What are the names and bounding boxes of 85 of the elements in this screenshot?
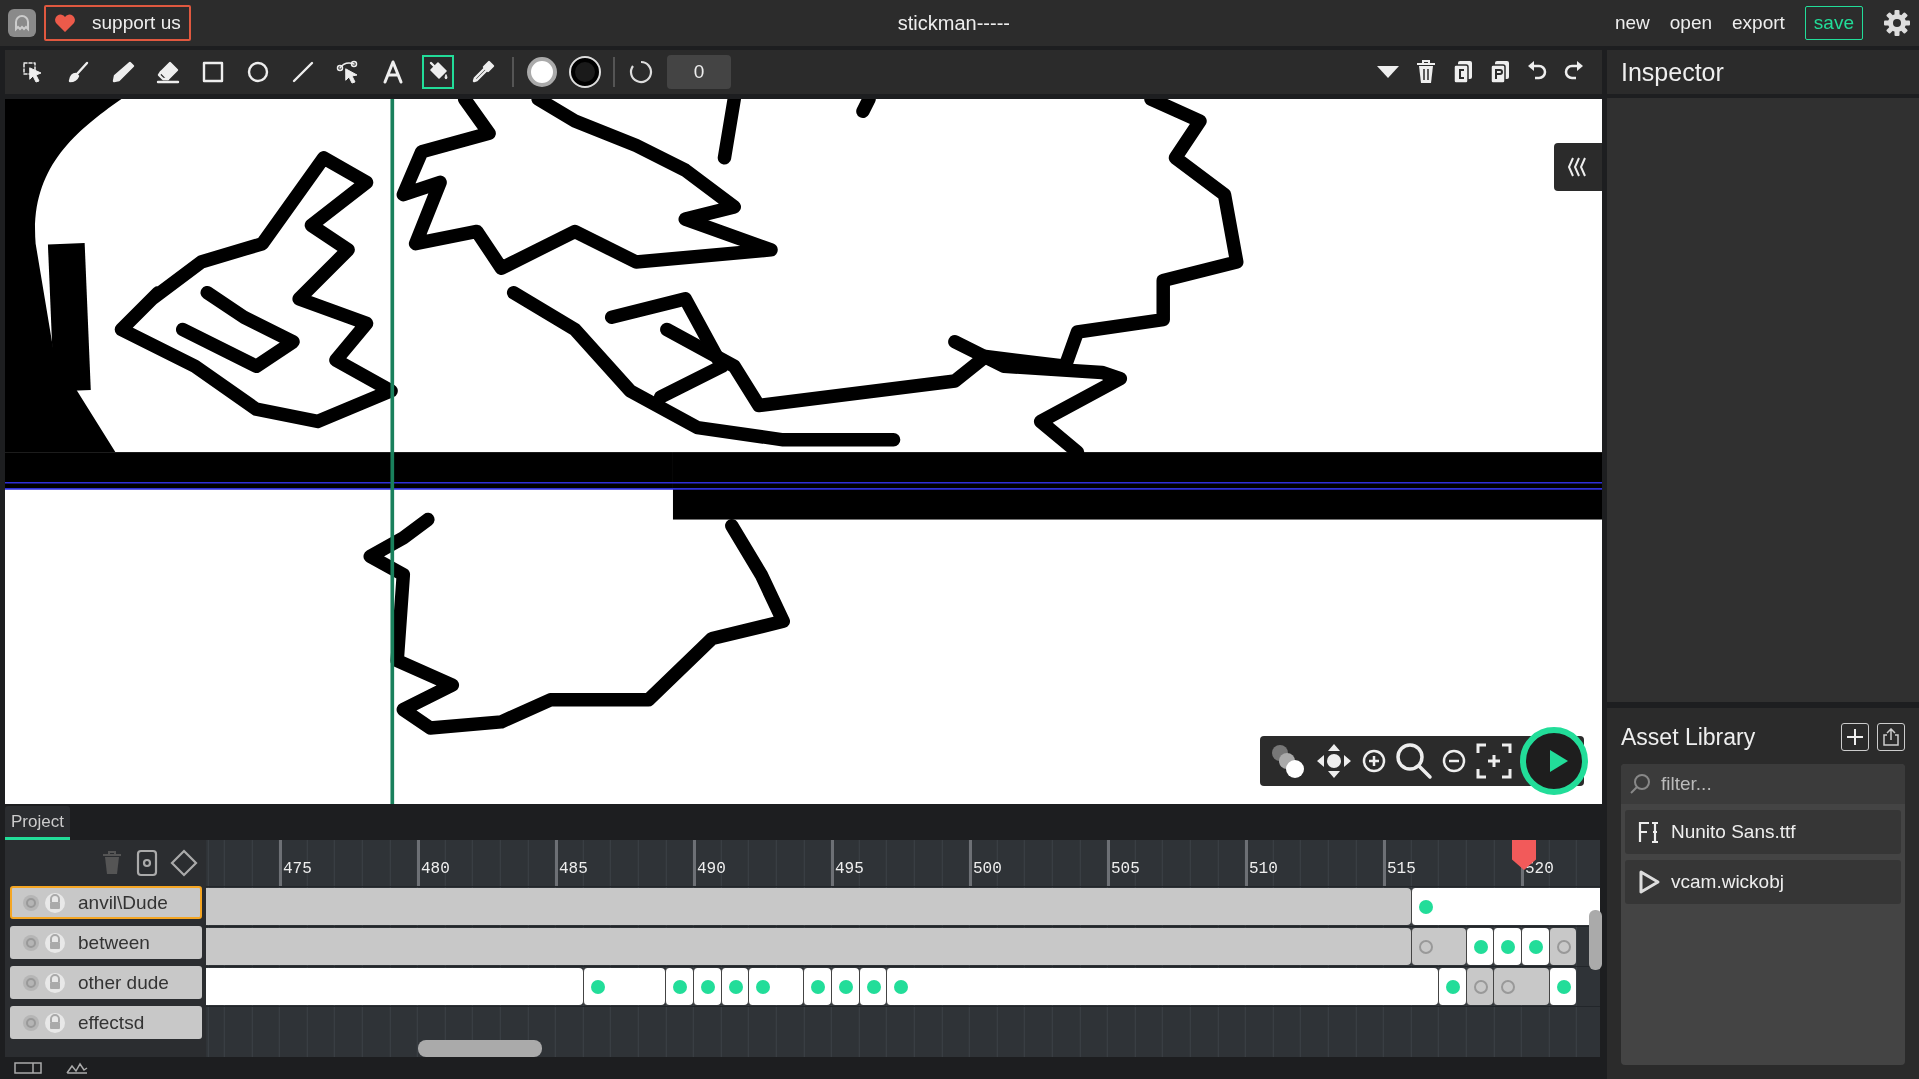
frame-number: 490 (697, 860, 726, 878)
dropdown-caret-icon[interactable] (1375, 64, 1401, 80)
search-icon (1629, 773, 1651, 795)
stroke-color-swatch[interactable] (570, 57, 600, 87)
settings-icon[interactable] (1883, 9, 1911, 37)
eyedropper-icon (470, 59, 496, 85)
brush-size-icon (628, 59, 654, 85)
frame-span[interactable] (803, 968, 831, 1005)
copy-icon[interactable] (1451, 59, 1475, 85)
frame-span[interactable] (720, 968, 749, 1005)
vertical-scrollbar[interactable] (1589, 910, 1602, 970)
horizontal-scrollbar[interactable] (418, 1040, 542, 1057)
frame-span[interactable] (858, 968, 887, 1005)
frame-span[interactable] (748, 968, 804, 1005)
menu-link[interactable]: open (1669, 12, 1713, 34)
menu-link[interactable]: new (1614, 12, 1650, 34)
frame-span[interactable] (1548, 928, 1577, 965)
fill-tool-button[interactable] (422, 55, 454, 89)
visibility-toggle-icon[interactable] (22, 933, 40, 952)
frame-span[interactable] (582, 968, 666, 1005)
inspector-title: Inspector (1621, 57, 1724, 87)
layer-item[interactable]: anvil\Dude (10, 886, 202, 919)
play-triangle-icon (1637, 869, 1661, 895)
eraser-icon (155, 59, 181, 85)
lock-toggle-icon[interactable] (44, 891, 66, 914)
lock-toggle-icon[interactable] (44, 1011, 66, 1034)
frame-span[interactable] (665, 968, 693, 1005)
frame-span[interactable] (1465, 928, 1494, 965)
frame-span[interactable] (1410, 928, 1466, 965)
zoom-in-icon[interactable] (1360, 747, 1388, 775)
add-layer-icon[interactable] (136, 849, 158, 877)
frame-number: 510 (1249, 860, 1278, 878)
frame-span[interactable] (693, 968, 721, 1005)
app-logo-icon[interactable] (8, 9, 36, 37)
frame-number: 495 (835, 860, 864, 878)
zoom-out-icon[interactable] (1440, 747, 1468, 775)
layer-item[interactable]: between (10, 926, 202, 959)
plus-icon (1846, 728, 1864, 746)
layer-item[interactable]: other dude (10, 966, 202, 999)
frame-span[interactable] (831, 968, 859, 1005)
save-button[interactable]: save (1804, 6, 1863, 40)
frame-number: 500 (973, 860, 1002, 878)
delete-icon[interactable] (1414, 59, 1438, 85)
timeline-view-icon[interactable] (14, 1061, 42, 1075)
fill-color-swatch[interactable] (527, 57, 557, 87)
project-tab[interactable]: Project (5, 806, 70, 840)
fit-view-icon[interactable] (1474, 741, 1514, 781)
lock-toggle-icon[interactable] (44, 971, 66, 994)
asset-item[interactable]: Nunito Sans.ttf (1625, 810, 1901, 854)
line-icon (290, 59, 316, 85)
project-title: stickman----- (897, 11, 1010, 35)
support-us-button[interactable]: support us (44, 5, 191, 41)
frame-number: 475 (283, 860, 312, 878)
square-icon (200, 59, 226, 85)
circle-icon (245, 59, 271, 85)
frame-span[interactable] (1465, 968, 1494, 1005)
add-asset-button[interactable] (1841, 723, 1869, 751)
brush-size-input[interactable]: 0 (667, 55, 731, 89)
lock-toggle-icon[interactable] (44, 931, 66, 954)
visibility-toggle-icon[interactable] (22, 893, 40, 912)
paste-icon[interactable] (1488, 59, 1512, 85)
upload-icon (1882, 728, 1900, 746)
frame-span[interactable] (1493, 928, 1521, 965)
frame-number: 505 (1111, 860, 1140, 878)
frame-number: 480 (421, 860, 450, 878)
collapse-panel-button[interactable] (1554, 143, 1602, 191)
frame-span[interactable] (1438, 968, 1466, 1005)
heart-icon (54, 13, 76, 33)
keyframe-diamond-icon[interactable] (170, 849, 198, 877)
frame-number: 515 (1387, 860, 1416, 878)
asset-library-title: Asset Library (1621, 723, 1756, 751)
visibility-toggle-icon[interactable] (22, 973, 40, 992)
frame-number: 485 (559, 860, 588, 878)
font-file-icon (1637, 820, 1661, 844)
asset-filter-field[interactable]: filter... (1621, 764, 1905, 804)
visibility-toggle-icon[interactable] (22, 1013, 40, 1032)
frame-span[interactable] (1521, 928, 1549, 965)
curves-icon[interactable] (66, 1061, 88, 1075)
export-asset-button[interactable] (1877, 723, 1905, 751)
frame-span[interactable] (1548, 968, 1577, 1005)
asset-item[interactable]: vcam.wickobj (1625, 860, 1901, 904)
search-icon[interactable] (1394, 741, 1434, 781)
menu-link[interactable]: export (1732, 12, 1785, 34)
layer-item[interactable]: effectsd (10, 1006, 202, 1039)
pencil-icon (110, 59, 136, 85)
